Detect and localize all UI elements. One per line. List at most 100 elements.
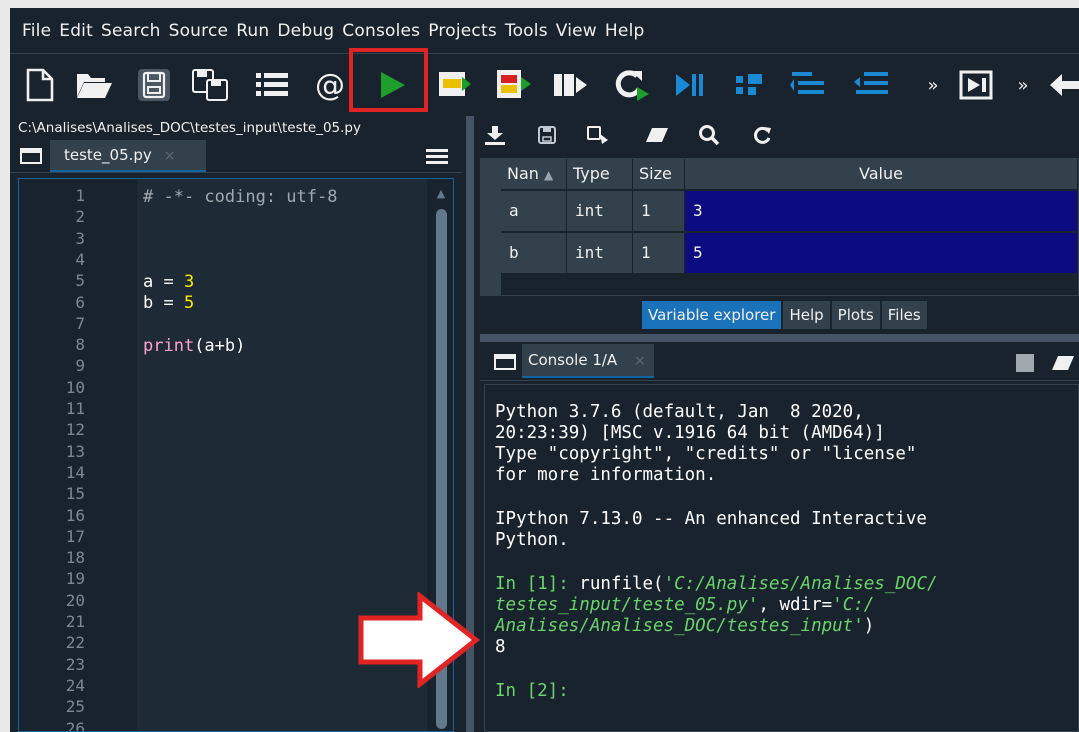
console-input-line[interactable]: In [2]: <box>495 681 569 702</box>
menu-edit[interactable]: Edit <box>59 21 93 41</box>
svg-text:@: @ <box>315 68 345 102</box>
column-header-size[interactable]: Size <box>633 159 685 189</box>
menu-projects[interactable]: Projects <box>428 21 497 41</box>
console-string: 'C:/Analises/Analises_DOC/ <box>663 574 938 594</box>
tab-label: Console 1/A <box>528 351 618 369</box>
console-command: ) <box>863 616 875 636</box>
close-icon[interactable]: × <box>634 353 646 369</box>
code-number: 3 <box>183 272 195 292</box>
console-line: IPython 7.13.0 -- An enhanced Interactiv… <box>495 509 927 529</box>
new-file-icon[interactable] <box>22 65 58 105</box>
line-number: 7 <box>75 313 85 333</box>
code-line-1: # -*- coding: utf-8 <box>143 187 338 207</box>
var-value-cell[interactable]: 5 <box>685 233 1078 273</box>
file-switcher-icon[interactable] <box>252 65 292 105</box>
file-path: C:\Analises\Analises_DOC\testes_input\te… <box>18 120 361 136</box>
maximize-pane-icon[interactable] <box>956 65 996 105</box>
horizontal-splitter[interactable] <box>480 334 1079 342</box>
console-line: Type "copyright", "credits" or "license" <box>495 444 917 464</box>
line-number: 16 <box>65 505 85 525</box>
find-symbols-icon[interactable]: @ <box>310 65 350 105</box>
menu-run[interactable]: Run <box>236 21 269 41</box>
tab-files[interactable]: Files <box>881 301 927 329</box>
toolbar-overflow-button[interactable]: » <box>920 65 946 105</box>
line-number: 12 <box>65 420 85 440</box>
open-file-icon[interactable] <box>74 65 114 105</box>
debug-step-icon[interactable] <box>730 65 770 105</box>
line-number: 25 <box>65 697 85 717</box>
code-token: a <box>143 272 154 292</box>
menu-bar: File Edit Search Source Run Debug Consol… <box>10 8 1079 54</box>
tab-console-1a[interactable]: Console 1/A × <box>522 344 654 378</box>
back-arrow-icon[interactable] <box>1046 65 1079 105</box>
column-header-name[interactable]: Nan ▲ <box>501 159 567 189</box>
code-line-6: b = 5 <box>143 293 194 313</box>
close-icon[interactable]: × <box>164 148 176 164</box>
input-prompt: In [2]: <box>495 681 569 701</box>
var-size-cell[interactable]: 1 <box>633 191 685 231</box>
tab-variable-explorer[interactable]: Variable explorer <box>642 301 782 329</box>
line-number: 17 <box>65 526 85 546</box>
menu-search[interactable]: Search <box>101 21 161 41</box>
line-number: 21 <box>65 612 85 631</box>
line-number: 18 <box>65 548 85 568</box>
line-number: 11 <box>65 399 85 418</box>
menu-help[interactable]: Help <box>605 21 645 41</box>
tab-teste-05[interactable]: teste_05.py × <box>50 140 206 172</box>
var-name-cell[interactable]: b <box>501 233 567 273</box>
var-size-cell[interactable]: 1 <box>633 233 685 273</box>
var-type-cell[interactable]: int <box>567 191 633 231</box>
save-data-icon[interactable] <box>536 124 558 150</box>
search-icon[interactable] <box>698 124 720 150</box>
browse-tabs-icon[interactable] <box>494 354 516 374</box>
line-number: 9 <box>75 356 85 376</box>
import-data-icon[interactable] <box>484 124 506 150</box>
main-toolbar: @ » » <box>10 48 1079 115</box>
code-line-5: a = 3 <box>143 272 194 292</box>
debug-step-into-icon[interactable] <box>788 65 832 105</box>
run-cell-icon[interactable] <box>434 65 474 105</box>
editor-tab-bar: teste_05.py × <box>10 140 462 173</box>
column-header-value[interactable]: Value <box>685 159 1078 189</box>
menu-source[interactable]: Source <box>169 21 229 41</box>
hamburger-menu-icon[interactable] <box>426 148 448 168</box>
screen-border-top <box>0 0 1079 8</box>
ipython-console[interactable]: Python 3.7.6 (default, Jan 8 2020, 20:23… <box>484 384 1079 732</box>
scroll-up-icon[interactable]: ▲ <box>433 187 449 201</box>
run-selection-icon[interactable] <box>550 65 592 105</box>
console-output: 8 <box>495 637 506 657</box>
var-type-cell[interactable]: int <box>567 233 633 273</box>
var-value-cell[interactable]: 3 <box>685 191 1078 231</box>
spyder-window: File Edit Search Source Run Debug Consol… <box>10 8 1079 732</box>
toolbar-overflow-button-2[interactable]: » <box>1010 65 1036 105</box>
browse-tabs-icon[interactable] <box>20 148 42 168</box>
console-command: runfile( <box>568 574 664 594</box>
console-string: testes_input/teste_05.py' <box>495 595 759 615</box>
menu-file[interactable]: File <box>22 21 51 41</box>
run-cell-advance-icon[interactable] <box>492 65 534 105</box>
clear-console-icon[interactable] <box>1050 354 1076 376</box>
clear-variables-icon[interactable] <box>644 126 670 148</box>
menu-view[interactable]: View <box>556 21 597 41</box>
save-file-icon[interactable] <box>134 65 174 105</box>
column-header-type[interactable]: Type <box>567 159 633 189</box>
line-number: 15 <box>65 484 85 504</box>
rerun-icon[interactable] <box>610 65 652 105</box>
menu-tools[interactable]: Tools <box>505 21 548 41</box>
code-token: = <box>153 293 184 313</box>
code-token: b <box>143 293 154 313</box>
console-string: Analises/Analises_DOC/testes_input' <box>495 616 864 636</box>
refresh-icon[interactable] <box>752 124 774 150</box>
menu-consoles[interactable]: Consoles <box>342 21 420 41</box>
column-header-label: Nan <box>507 164 539 183</box>
debug-step-return-icon[interactable] <box>850 65 894 105</box>
line-number: 5 <box>75 271 85 291</box>
tab-help[interactable]: Help <box>783 301 830 329</box>
stop-kernel-icon[interactable] <box>1016 354 1034 372</box>
var-name-cell[interactable]: a <box>501 191 567 231</box>
menu-debug[interactable]: Debug <box>277 21 334 41</box>
debug-icon[interactable] <box>668 65 708 105</box>
save-data-as-icon[interactable] <box>586 124 610 150</box>
tab-plots[interactable]: Plots <box>831 301 880 329</box>
save-all-icon[interactable] <box>190 65 232 105</box>
